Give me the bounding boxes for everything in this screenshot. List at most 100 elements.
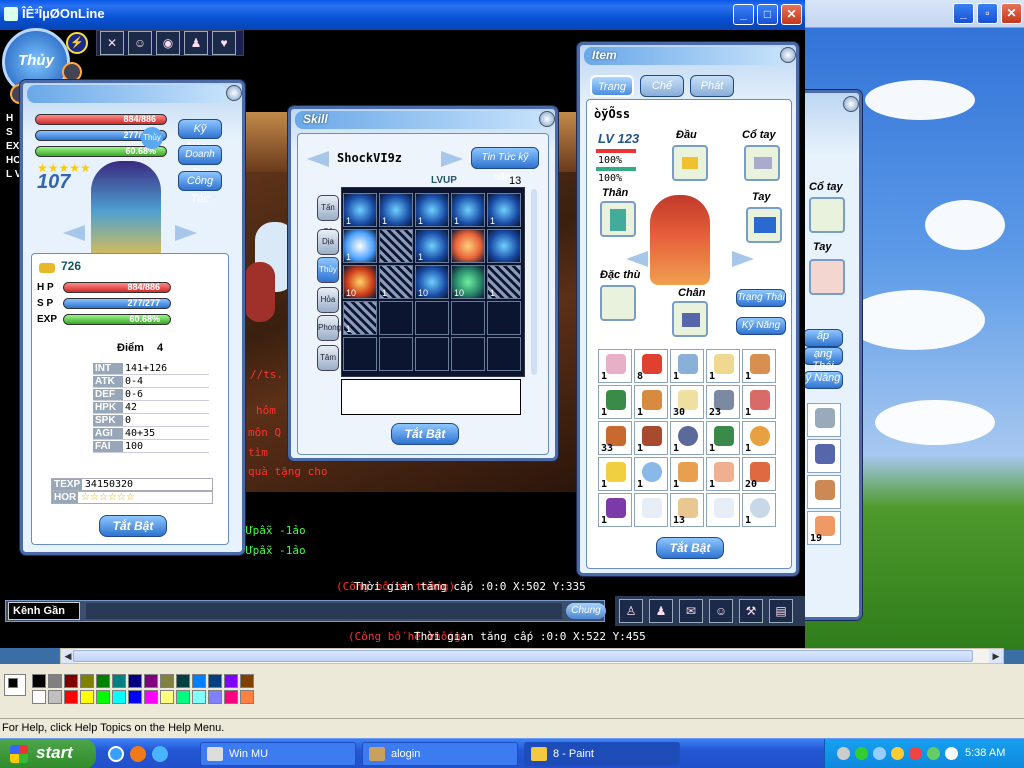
skill-slot[interactable]: 1	[379, 265, 413, 299]
close-button[interactable]: ✕	[781, 4, 802, 25]
paint-minimize-button[interactable]: _	[953, 3, 974, 24]
menu-icon[interactable]	[62, 62, 82, 82]
color-swatch[interactable]	[32, 674, 46, 688]
mail-icon[interactable]: ✉	[679, 599, 703, 623]
scroll-thumb[interactable]	[73, 650, 973, 662]
maximize-button[interactable]: □	[757, 4, 778, 25]
channel-selector[interactable]: Kênh Gần	[8, 602, 80, 620]
color-swatch[interactable]	[176, 674, 190, 688]
item-cell[interactable]	[807, 439, 841, 473]
color-swatch[interactable]	[96, 690, 110, 704]
equip-slot-hand[interactable]	[809, 259, 845, 295]
inventory-cell[interactable]: 1	[706, 457, 740, 491]
lightning-icon[interactable]: ⚡	[66, 32, 88, 54]
paint-restore-button[interactable]: ▫	[977, 3, 998, 24]
tab-craft[interactable]: Chế Tạo	[640, 75, 684, 112]
inventory-cell[interactable]: 23	[706, 385, 740, 419]
skill-slot-empty[interactable]	[343, 337, 377, 371]
scroll-right-icon[interactable]: ▶	[989, 649, 1003, 663]
close-icon[interactable]	[843, 96, 859, 112]
tray-icon[interactable]	[909, 747, 922, 760]
skill-slot-empty[interactable]	[451, 337, 485, 371]
skill-tab-fire[interactable]: Hỏa	[317, 287, 339, 313]
skill-slot[interactable]: 1	[487, 193, 521, 227]
skill-info-button[interactable]: Tin Tức kỹ năng	[471, 147, 539, 183]
skill-slot[interactable]: 10	[343, 265, 377, 299]
settings-icon[interactable]: ⚒	[739, 599, 763, 623]
status-button[interactable]: Trạng Thái	[736, 289, 786, 307]
skill-slot[interactable]: 10	[415, 265, 449, 299]
inventory-cell[interactable]	[706, 493, 740, 527]
skill-slot-empty[interactable]	[487, 301, 521, 335]
inventory-cell[interactable]	[634, 493, 668, 527]
inventory-cell[interactable]: 1	[670, 421, 704, 455]
next-arrow-icon[interactable]	[441, 151, 463, 167]
view-icon[interactable]: ◉	[156, 31, 180, 55]
skill-slot[interactable]: 1	[343, 229, 377, 263]
color-swatch[interactable]	[32, 690, 46, 704]
inventory-cell[interactable]: 1	[742, 349, 776, 383]
party-icon[interactable]: ☺	[128, 31, 152, 55]
color-swatch[interactable]	[112, 690, 126, 704]
skill-slot[interactable]: 1	[451, 193, 485, 227]
prev-arrow-icon[interactable]	[307, 151, 329, 167]
equip-slot-body[interactable]	[600, 201, 636, 237]
minimize-button[interactable]: _	[733, 4, 754, 25]
inventory-cell[interactable]: 1	[742, 385, 776, 419]
inventory-cell[interactable]: 1	[706, 421, 740, 455]
play-icon[interactable]	[855, 747, 868, 760]
back-btn[interactable]: ấp	[803, 329, 843, 347]
inventory-cell[interactable]: 13	[670, 493, 704, 527]
color-swatch[interactable]	[208, 690, 222, 704]
inventory-cell[interactable]: 1	[670, 457, 704, 491]
network-icon[interactable]	[927, 747, 940, 760]
skill-slot[interactable]: 1	[343, 301, 377, 335]
color-swatch[interactable]	[144, 674, 158, 688]
skill-tab-wind[interactable]: Phong	[317, 315, 341, 341]
equip-slot-wrist[interactable]	[744, 145, 780, 181]
character-sprite[interactable]	[91, 161, 161, 261]
work-button[interactable]: Công Tác	[178, 171, 222, 205]
color-swatch[interactable]	[160, 690, 174, 704]
inventory-cell[interactable]: 1	[742, 493, 776, 527]
inventory-cell[interactable]: 20	[742, 457, 776, 491]
back-skill-button[interactable]: ỹ Năng	[803, 371, 843, 389]
color-swatch[interactable]	[64, 674, 78, 688]
skill-slot-empty[interactable]	[379, 301, 413, 335]
quicklaunch-icon[interactable]	[152, 746, 168, 762]
camp-button[interactable]: Doanh Trại	[178, 145, 222, 178]
inventory-cell[interactable]: 1	[634, 457, 668, 491]
item-cell[interactable]: 19	[807, 511, 841, 545]
trade-icon[interactable]: ♟	[184, 31, 208, 55]
tray-icon[interactable]	[873, 747, 886, 760]
skill-tab-mind[interactable]: Tâm	[317, 345, 339, 371]
color-swatch[interactable]	[48, 674, 62, 688]
skill-tab-earth[interactable]: Dịa	[317, 229, 339, 255]
color-swatch[interactable]	[176, 690, 190, 704]
start-button[interactable]: start	[0, 739, 96, 768]
color-swatch[interactable]	[96, 674, 110, 688]
inventory-cell[interactable]: 1	[634, 385, 668, 419]
next-arrow-icon[interactable]	[175, 225, 197, 241]
tray-icon[interactable]	[837, 747, 850, 760]
next-arrow-icon[interactable]	[732, 251, 754, 267]
character-sprite[interactable]	[650, 195, 710, 285]
equip-slot-feet[interactable]	[672, 301, 708, 337]
color-swatch[interactable]	[80, 690, 94, 704]
color-swatch[interactable]	[80, 674, 94, 688]
volume-icon[interactable]	[945, 747, 958, 760]
color-swatch[interactable]	[192, 674, 206, 688]
inventory-cell[interactable]: 8	[634, 349, 668, 383]
close-icon[interactable]	[780, 47, 796, 63]
system-icon[interactable]: ▤	[769, 599, 793, 623]
color-swatch[interactable]	[208, 674, 222, 688]
skill-button[interactable]: Kỹ Năng	[178, 119, 222, 153]
inventory-cell[interactable]: 30	[670, 385, 704, 419]
chat-input-bar[interactable]: Kênh Gần Chung	[5, 600, 606, 622]
attack-icon[interactable]: ✕	[100, 31, 124, 55]
skill-tab-attack[interactable]: Tấn Cộ	[317, 195, 339, 236]
skill-slot[interactable]: 10	[451, 265, 485, 299]
color-swatch[interactable]	[224, 690, 238, 704]
toggle-button[interactable]: Tắt Bật	[656, 537, 724, 559]
task-paint[interactable]: 8 - Paint	[524, 742, 680, 766]
